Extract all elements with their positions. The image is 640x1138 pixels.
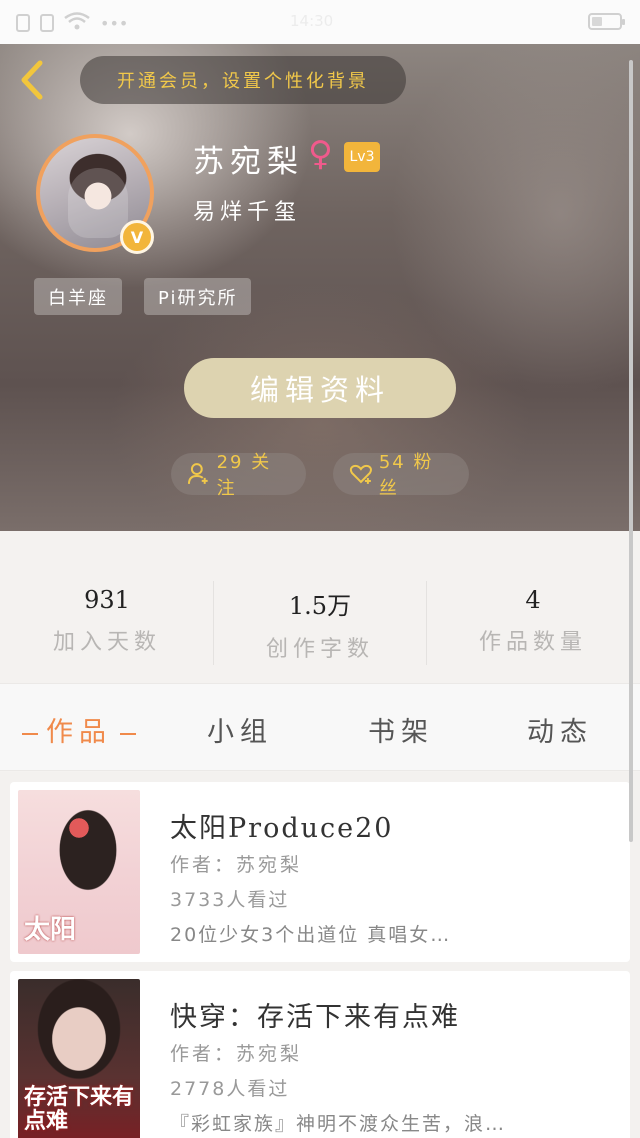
stats-panel: 931 加入天数 1.5万 创作字数 4 作品数量 [0, 531, 640, 683]
following-label: 29 关注 [216, 452, 272, 499]
work-description: 20位少女3个出道位 真唱女… [170, 924, 452, 946]
profile-header: 开通会员，设置个性化背景 V 苏宛梨 ♀ Lv3 易烊千玺 白羊座 Pi研究所 … [0, 44, 640, 531]
list-item[interactable]: 太阳 太阳Produce20 作者：苏宛梨 3733人看过 20位少女3个出道位… [10, 782, 630, 962]
stat-words: 1.5万 创作字数 [213, 586, 427, 663]
stat-label: 作品数量 [478, 630, 587, 655]
signature: 易烊千玺 [193, 200, 302, 225]
work-views: 2778人看过 [170, 1078, 290, 1100]
chevron-left-icon [21, 60, 43, 100]
wifi-icon [64, 12, 90, 34]
fans-label: 54 粉丝 [378, 452, 434, 499]
stat-value: 931 [84, 586, 130, 614]
vip-banner[interactable]: 开通会员，设置个性化背景 [80, 56, 406, 104]
username: 苏宛梨 [193, 144, 304, 180]
sim-icon [40, 14, 54, 32]
tab-bookshelf[interactable]: 书架 [368, 710, 434, 749]
status-bar: ••• 14:30 [0, 0, 640, 44]
list-item[interactable]: 存活下来有点难 快穿：存活下来有点难 作者：苏宛梨 2778人看过 『彩虹家族』… [10, 971, 630, 1138]
work-author: 作者：苏宛梨 [170, 1043, 303, 1065]
following-button[interactable]: 29 关注 [171, 452, 306, 499]
add-user-icon [187, 463, 208, 484]
work-description: 『彩虹家族』神明不渡众生苦，浪… [170, 1113, 507, 1135]
back-button[interactable] [14, 58, 50, 102]
work-title: 快穿：存活下来有点难 [170, 1002, 460, 1033]
level-badge: Lv3 [344, 142, 380, 172]
stat-value: 4 [525, 586, 541, 614]
stat-label: 加入天数 [52, 630, 161, 655]
tab-activity[interactable]: 动态 [527, 710, 593, 749]
stat-days: 931 加入天数 [0, 586, 214, 656]
tab-dash [22, 732, 38, 735]
tab-dash [120, 732, 136, 735]
book-cover: 存活下来有点难 [18, 979, 140, 1138]
cover-title: 太阳 [24, 915, 77, 945]
work-author: 作者：苏宛梨 [170, 854, 303, 876]
stat-label: 创作字数 [265, 637, 374, 662]
verified-badge: V [120, 220, 154, 254]
stat-works: 4 作品数量 [426, 586, 640, 656]
stat-value: 1.5万 [288, 592, 352, 620]
work-title: 太阳Produce20 [170, 813, 394, 844]
status-icons: ••• [16, 12, 128, 34]
book-cover: 太阳 [18, 790, 140, 954]
cover-title: 存活下来有点难 [24, 1084, 135, 1134]
tab-groups[interactable]: 小组 [207, 710, 273, 749]
tag-zodiac[interactable]: 白羊座 [34, 278, 122, 315]
tab-label: 作品 [46, 717, 112, 748]
status-time: 14:30 [290, 12, 334, 30]
fans-button[interactable]: 54 粉丝 [333, 452, 469, 499]
female-icon: ♀ [308, 134, 333, 174]
tag-group[interactable]: Pi研究所 [144, 278, 252, 315]
avatar-highlight [68, 168, 128, 238]
work-views: 3733人看过 [170, 889, 290, 911]
tab-works[interactable]: 作品 [14, 710, 144, 749]
more-icon: ••• [100, 13, 129, 33]
scrollbar[interactable] [629, 60, 633, 842]
works-list: 太阳 太阳Produce20 作者：苏宛梨 3733人看过 20位少女3个出道位… [0, 772, 640, 1138]
profile-tabs: 作品 小组 书架 动态 [0, 683, 640, 771]
edit-profile-button[interactable]: 编辑资料 [184, 358, 456, 418]
sim-icon [16, 14, 30, 32]
battery-icon [588, 13, 625, 30]
heart-plus-icon [349, 464, 372, 484]
